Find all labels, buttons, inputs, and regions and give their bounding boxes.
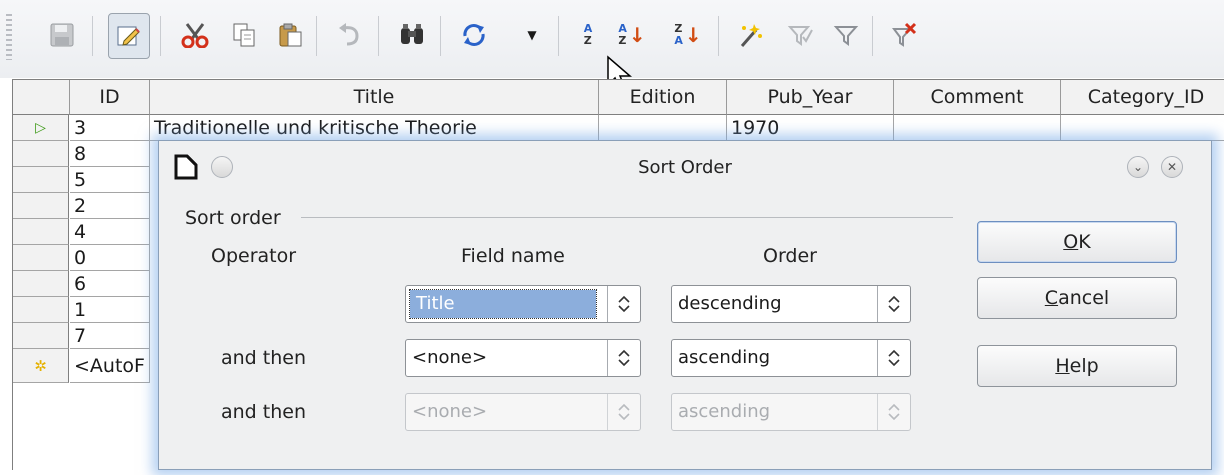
sort-icon[interactable]: AZ xyxy=(568,13,608,57)
spin-icon xyxy=(607,340,640,376)
order-select-3: ascending xyxy=(671,393,911,431)
spin-icon xyxy=(877,394,910,430)
operator-header: Operator xyxy=(211,245,297,267)
dialog-title: Sort Order xyxy=(638,157,732,178)
operator-label-2: and then xyxy=(221,347,307,369)
new-record-icon: ✲ xyxy=(34,356,47,375)
autofilter-icon[interactable] xyxy=(730,13,770,57)
field-name-header: Field name xyxy=(461,245,565,267)
ok-button-label: K xyxy=(1078,231,1091,253)
table-cell-id[interactable]: 2 xyxy=(70,193,150,219)
table-cell-comment[interactable] xyxy=(894,115,1061,141)
column-header-category-id[interactable]: Category_ID xyxy=(1061,80,1224,115)
table-cell-id[interactable]: 4 xyxy=(70,219,150,245)
sort-order-dialog: Sort Order ⌄ ✕ Sort order Operator Field… xyxy=(158,140,1212,470)
row-header[interactable] xyxy=(13,193,69,219)
column-header-pub-year[interactable]: Pub_Year xyxy=(727,80,894,115)
current-row-indicator-icon: ▷ xyxy=(35,119,46,136)
close-icon[interactable]: ✕ xyxy=(1161,156,1183,178)
cut-icon[interactable] xyxy=(175,13,215,57)
help-button[interactable]: Help xyxy=(977,345,1177,387)
row-header[interactable] xyxy=(13,141,69,167)
toolbar: ▼ AZ A Z ↓ Z A ↓ xyxy=(0,0,1224,91)
field-name-select-1[interactable]: Title xyxy=(405,285,641,323)
field-name-select-2[interactable]: <none> xyxy=(405,339,641,377)
row-header[interactable]: ▷ xyxy=(13,115,69,141)
sort-ascending-icon[interactable]: A Z ↓ xyxy=(612,13,652,57)
spin-icon xyxy=(877,340,910,376)
row-header[interactable] xyxy=(13,167,69,193)
spin-icon xyxy=(607,394,640,430)
order-value-3: ascending xyxy=(678,401,771,422)
row-header[interactable] xyxy=(13,297,69,323)
copy-icon[interactable] xyxy=(224,13,264,57)
column-header-edition[interactable]: Edition xyxy=(599,80,727,115)
operator-label-3: and then xyxy=(221,401,307,423)
table-cell-edition[interactable] xyxy=(599,115,727,141)
row-header[interactable] xyxy=(13,271,69,297)
help-button-mnemonic: H xyxy=(1055,355,1070,377)
refresh-icon[interactable] xyxy=(454,13,494,57)
refresh-dropdown-icon[interactable]: ▼ xyxy=(522,13,542,57)
row-header-corner xyxy=(13,80,70,115)
remove-filter-icon[interactable] xyxy=(884,13,924,57)
table-cell-id[interactable]: 6 xyxy=(70,271,150,297)
table-cell-id[interactable]: 7 xyxy=(70,323,150,349)
row-header[interactable] xyxy=(13,219,69,245)
group-label: Sort order xyxy=(185,207,281,229)
paste-icon[interactable] xyxy=(270,13,310,57)
standard-filter-icon[interactable] xyxy=(780,13,820,57)
table-cell-id[interactable]: 8 xyxy=(70,141,150,167)
cancel-button-label: ancel xyxy=(1058,287,1110,309)
table-cell-id[interactable]: <AutoF xyxy=(70,349,150,383)
cancel-button-mnemonic: C xyxy=(1044,287,1059,309)
order-header: Order xyxy=(763,245,817,267)
save-record-icon[interactable] xyxy=(42,13,82,57)
table-cell-id[interactable]: 0 xyxy=(70,245,150,271)
field-name-value-1: Title xyxy=(409,289,597,319)
column-header-id[interactable]: ID xyxy=(70,80,150,115)
undo-icon[interactable] xyxy=(330,13,370,57)
spin-icon xyxy=(877,286,910,322)
order-value-2: ascending xyxy=(678,347,771,368)
row-header[interactable] xyxy=(13,323,69,349)
sort-descending-icon[interactable]: Z A ↓ xyxy=(668,13,708,57)
table-cell-category-id[interactable] xyxy=(1061,115,1224,141)
find-icon[interactable] xyxy=(392,13,432,57)
row-header[interactable] xyxy=(13,245,69,271)
table-cell-title[interactable]: Traditionelle und kritische Theorie xyxy=(150,115,599,141)
apply-filter-icon[interactable] xyxy=(826,13,866,57)
table-cell-pub-year[interactable]: 1970 xyxy=(727,115,894,141)
field-name-value-3: <none> xyxy=(412,401,488,422)
order-value-1: descending xyxy=(678,293,782,314)
order-select-2[interactable]: ascending xyxy=(671,339,911,377)
table-cell-id[interactable]: 3 xyxy=(70,115,150,141)
field-name-select-3: <none> xyxy=(405,393,641,431)
ok-button-mnemonic: O xyxy=(1063,231,1079,253)
row-header-new-record[interactable]: ✲ xyxy=(13,349,69,383)
group-divider xyxy=(301,217,953,218)
dialog-titlebar[interactable]: Sort Order ⌄ ✕ xyxy=(159,141,1211,193)
field-name-value-2: <none> xyxy=(412,347,488,368)
column-header-title[interactable]: Title xyxy=(150,80,599,115)
table-cell-id[interactable]: 5 xyxy=(70,167,150,193)
toolbar-grip[interactable] xyxy=(6,14,12,60)
table-cell-id[interactable]: 1 xyxy=(70,297,150,323)
order-select-1[interactable]: descending xyxy=(671,285,911,323)
ok-button[interactable]: OK xyxy=(977,221,1177,263)
cancel-button[interactable]: Cancel xyxy=(977,277,1177,319)
help-button-label: elp xyxy=(1069,355,1099,377)
minimize-icon[interactable]: ⌄ xyxy=(1127,156,1149,178)
column-header-comment[interactable]: Comment xyxy=(894,80,1061,115)
spin-icon xyxy=(607,286,640,322)
edit-data-icon[interactable] xyxy=(108,13,150,59)
